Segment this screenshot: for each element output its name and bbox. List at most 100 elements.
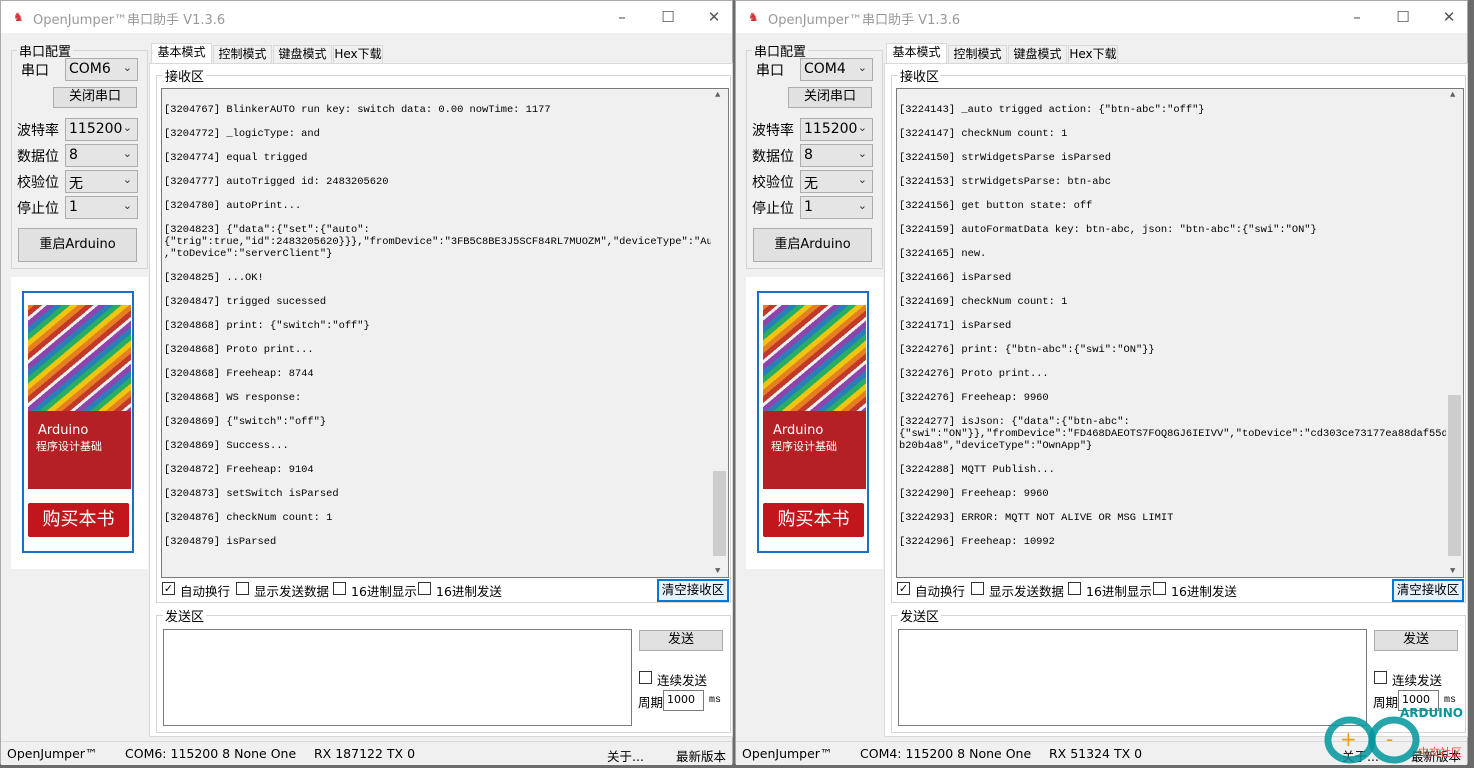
stop-bits-value: 1 [69,199,78,215]
option-checkbox[interactable]: 16进制显示 [333,581,417,599]
continuous-send-checkbox[interactable]: 连续发送 [1374,670,1454,688]
clear-receive-button[interactable]: 清空接收区 [1392,579,1464,602]
latest-version-link[interactable]: 最新版本 [676,746,726,765]
buy-book-button[interactable]: 购买本书 [763,503,864,537]
restart-arduino-button[interactable]: 重启Arduino [18,228,137,262]
send-button[interactable]: 发送 [639,630,723,651]
close-icon[interactable]: ✕ [1434,5,1464,29]
log-entry: [3224169] checkNum count: 1 [899,296,1445,308]
receive-label: 接收区 [163,66,207,85]
send-label: 发送区 [163,606,207,625]
scrollbar[interactable]: ▲ ▼ [711,89,728,577]
status-brand: OpenJumper™ [742,746,833,761]
continuous-send-checkbox[interactable]: 连续发送 [639,670,719,688]
option-checkbox[interactable]: 16进制发送 [1153,581,1237,599]
send-textarea[interactable] [163,629,632,726]
restart-arduino-button[interactable]: 重启Arduino [753,228,872,262]
checkbox-box [333,582,346,595]
port-select[interactable]: COM4 ⌄ [800,58,873,81]
log-line: [3224277] isJson: {"data":{"btn-abc": [899,416,1130,428]
window-title: OpenJumper™串口助手 V1.3.6 [768,13,961,28]
checkbox-label: 16进制显示 [1086,584,1152,599]
chevron-down-icon: ⌄ [122,147,132,160]
scroll-down-icon[interactable]: ▼ [1450,566,1455,576]
scroll-thumb[interactable] [1448,395,1461,556]
log-entry: [3204777] autoTrigged id: 2483205620 [164,176,710,188]
period-input[interactable]: 1000 [663,690,704,711]
option-checkbox[interactable]: 显示发送数据 [971,581,1066,599]
tab-hex[interactable]: Hex下载 [333,45,383,64]
book-ad[interactable]: Arduino 程序设计基础 购买本书 [22,291,134,553]
maximize-icon[interactable]: ☐ [653,5,683,29]
ad-panel: Arduino 程序设计基础 购买本书 [746,277,883,569]
tab-hex[interactable]: Hex下载 [1068,45,1118,64]
option-checkbox[interactable]: ✓ 自动换行 [162,581,242,599]
tab-keyboard[interactable]: 键盘模式 [1008,45,1067,64]
tab-basic[interactable]: 基本模式 [151,43,212,64]
baud-label: 波特率 [752,123,794,139]
stop-bits-select[interactable]: 1 ⌄ [65,196,138,219]
log-line: [3204774] equal trigged [164,152,308,164]
data-bits-select[interactable]: 8 ⌄ [65,144,138,167]
log-entry: [3224153] strWidgetsParse: btn-abc [899,176,1445,188]
data-bits-select[interactable]: 8 ⌄ [800,144,873,167]
watermark-text: ARDUINO [1400,706,1463,720]
buy-book-button[interactable]: 购买本书 [28,503,129,537]
port-select[interactable]: COM6 ⌄ [65,58,138,81]
chevron-down-icon: ⌄ [122,61,132,74]
tab-control[interactable]: 控制模式 [213,45,272,64]
close-port-button[interactable]: 关闭串口 [53,87,137,108]
scroll-thumb[interactable] [713,471,726,556]
log-line: [3204868] WS response: [164,392,302,404]
parity-select[interactable]: 无 ⌄ [800,170,873,193]
cover-subtitle: 程序设计基础 [36,440,102,453]
option-checkbox[interactable]: ✓ 自动换行 [897,581,977,599]
minimize-icon[interactable]: – [607,5,637,29]
stop-bits-select[interactable]: 1 ⌄ [800,196,873,219]
scroll-up-icon[interactable]: ▲ [1450,90,1455,100]
about-link[interactable]: 关于... [607,746,644,765]
book-ad[interactable]: Arduino 程序设计基础 购买本书 [757,291,869,553]
log-entry: [3224165] new. [899,248,1445,260]
send-textarea[interactable] [898,629,1367,726]
checkbox-box [1068,582,1081,595]
log-line: [3224293] ERROR: MQTT NOT ALIVE OR MSG L… [899,512,1174,524]
status-port: COM4: 115200 8 None One [860,746,1032,761]
receive-textarea[interactable]: [3224143] _auto trigged action: {"btn-ab… [896,88,1464,578]
scroll-down-icon[interactable]: ▼ [715,566,720,576]
ad-panel: Arduino 程序设计基础 购买本书 [11,277,148,569]
book-cover-title: Arduino 程序设计基础 [28,411,131,489]
cover-title: Arduino [38,423,89,438]
svg-text:-: - [1386,727,1393,751]
close-port-button[interactable]: 关闭串口 [788,87,872,108]
log-line: [3224276] Freeheap: 9960 [899,392,1049,404]
maximize-icon[interactable]: ☐ [1388,5,1418,29]
log-entry: [3224290] Freeheap: 9960 [899,488,1445,500]
clear-receive-button[interactable]: 清空接收区 [657,579,729,602]
scrollbar[interactable]: ▲ ▼ [1446,89,1463,577]
parity-value: 无 [804,176,818,192]
log-line: [3204780] autoPrint... [164,200,302,212]
option-checkbox[interactable]: 显示发送数据 [236,581,331,599]
option-checkbox[interactable]: 16进制显示 [1068,581,1152,599]
log-entry: [3224156] get button state: off [899,200,1445,212]
tab-basic[interactable]: 基本模式 [886,43,947,64]
send-button[interactable]: 发送 [1374,630,1458,651]
checkbox-box [639,671,652,684]
baud-select[interactable]: 115200 ⌄ [800,118,873,141]
parity-select[interactable]: 无 ⌄ [65,170,138,193]
log-line: [3204825] ...OK! [164,272,264,284]
receive-textarea[interactable]: [3204767] BlinkerAUTO run key: switch da… [161,88,729,578]
tab-control[interactable]: 控制模式 [948,45,1007,64]
baud-select[interactable]: 115200 ⌄ [65,118,138,141]
tab-keyboard[interactable]: 键盘模式 [273,45,332,64]
log-line: [3224290] Freeheap: 9960 [899,488,1049,500]
log-entry: [3204767] BlinkerAUTO run key: switch da… [164,104,710,116]
option-checkbox[interactable]: 16进制发送 [418,581,502,599]
app-icon: ♞ [748,10,759,24]
window-title: OpenJumper™串口助手 V1.3.6 [33,13,226,28]
stop-bits-label: 停止位 [752,201,794,217]
minimize-icon[interactable]: – [1342,5,1372,29]
close-icon[interactable]: ✕ [699,5,729,29]
scroll-up-icon[interactable]: ▲ [715,90,720,100]
